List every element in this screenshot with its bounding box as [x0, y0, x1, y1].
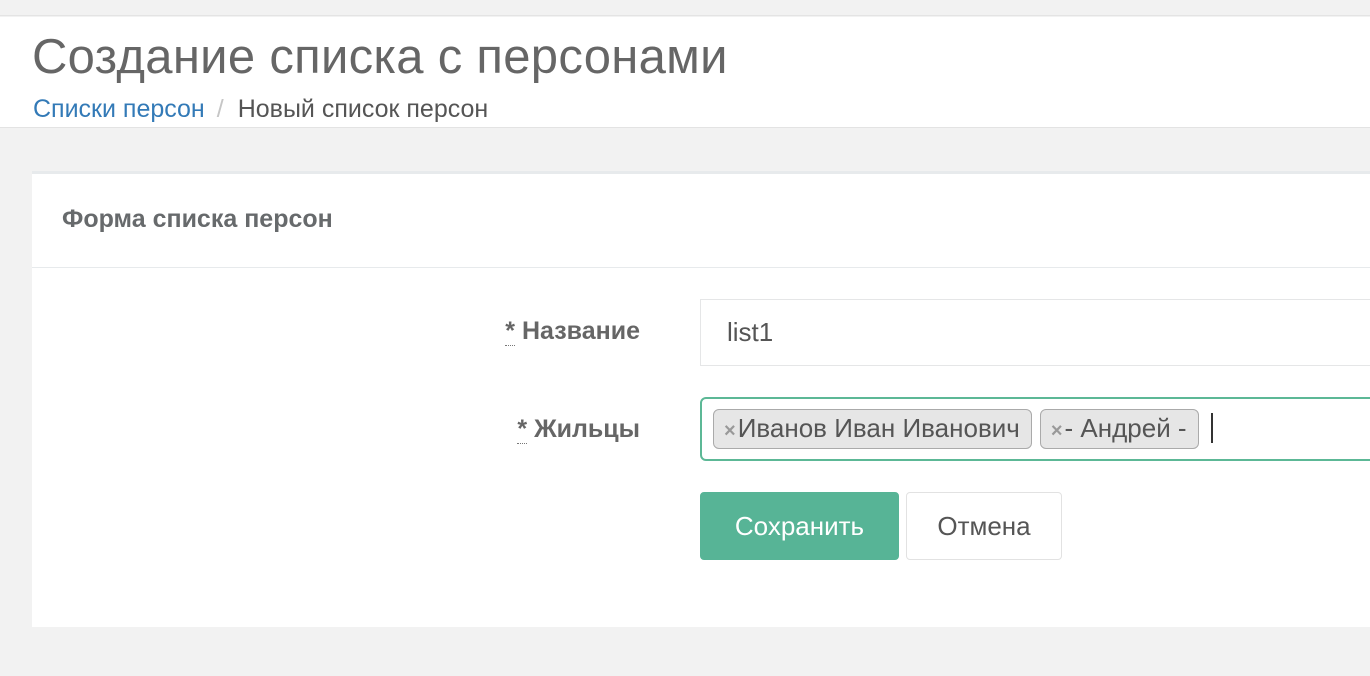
- required-marker: *: [517, 415, 528, 444]
- breadcrumb-separator: /: [216, 95, 224, 123]
- top-strip: [0, 0, 1370, 16]
- cancel-button[interactable]: Отмена: [906, 492, 1062, 560]
- resident-tag: ×- Андрей -: [1039, 409, 1199, 449]
- breadcrumb: Списки персон / Новый список персон: [33, 95, 488, 124]
- save-button[interactable]: Сохранить: [700, 492, 899, 560]
- residents-label-text: Жильцы: [534, 415, 640, 443]
- panel-title: Форма списка персон: [32, 174, 1370, 268]
- required-marker: *: [505, 317, 515, 346]
- remove-tag-icon[interactable]: ×: [1051, 420, 1063, 442]
- form-panel: Форма списка персон *Название *Жильцы ×И…: [32, 171, 1370, 627]
- page-heading: Создание списка с персонами Списки персо…: [0, 17, 1370, 128]
- breadcrumb-current: Новый список персон: [237, 95, 489, 123]
- text-cursor: [1210, 413, 1213, 443]
- resident-tag: ×Иванов Иван Иванович: [713, 409, 1032, 449]
- name-label-text: Название: [521, 317, 640, 345]
- resident-tag-label: Иванов Иван Иванович: [737, 413, 1020, 443]
- remove-tag-icon[interactable]: ×: [724, 420, 736, 442]
- name-input[interactable]: [700, 299, 1370, 366]
- residents-label: * Жильцы: [340, 415, 640, 444]
- name-label: * Название: [340, 317, 640, 346]
- resident-tag-label: - Андрей -: [1064, 413, 1187, 443]
- residents-select[interactable]: ×Иванов Иван Иванович ×- Андрей -: [700, 397, 1370, 461]
- page-title: Создание списка с персонами: [32, 30, 728, 84]
- breadcrumb-link-person-lists[interactable]: Списки персон: [33, 95, 205, 123]
